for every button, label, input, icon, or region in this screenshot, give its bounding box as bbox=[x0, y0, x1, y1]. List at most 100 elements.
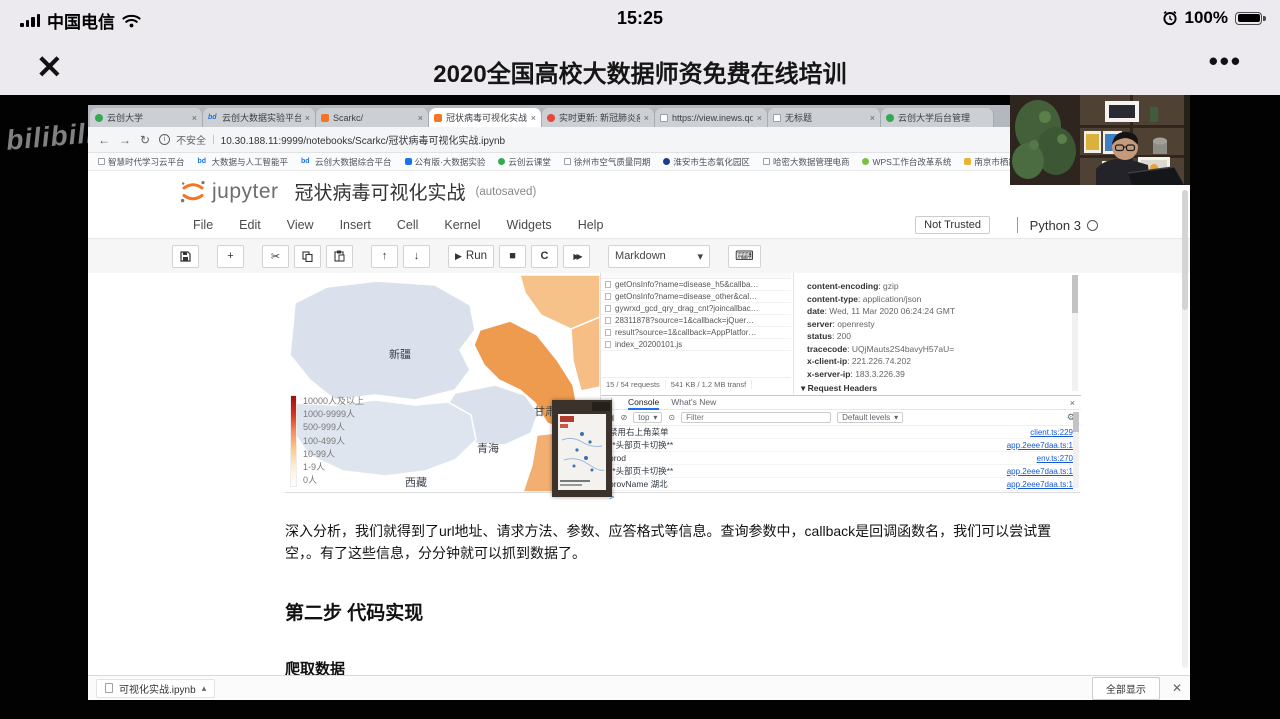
chevron-down-icon: ▾ bbox=[653, 413, 657, 423]
bookmark-item[interactable]: bd大数据与人工智能平 bbox=[198, 156, 289, 168]
source-link[interactable]: app.2eee7daa.ts:1 bbox=[1007, 467, 1073, 476]
menu-widgets[interactable]: Widgets bbox=[494, 218, 565, 232]
tab-console[interactable]: Console bbox=[628, 396, 659, 410]
close-icon[interactable]: ✕ bbox=[36, 48, 63, 86]
tab-close-icon[interactable]: × bbox=[870, 113, 875, 123]
bookmark-item[interactable]: 智慧时代学习云平台 bbox=[98, 156, 185, 168]
command-palette-button[interactable]: ⌨ bbox=[728, 245, 761, 268]
move-cell-down-button[interactable]: ↓ bbox=[403, 245, 430, 268]
not-trusted-badge[interactable]: Not Trusted bbox=[915, 216, 990, 234]
menu-insert[interactable]: Insert bbox=[327, 218, 384, 232]
headers-scrollbar[interactable] bbox=[1072, 275, 1078, 391]
tab-close-icon[interactable]: × bbox=[418, 113, 423, 123]
status-time: 15:25 bbox=[0, 8, 1280, 29]
console-filter-input[interactable] bbox=[681, 412, 831, 423]
downloaded-file-chip[interactable]: 可视化实战.ipynb ▴ bbox=[96, 679, 215, 698]
status-right: 100% bbox=[1162, 8, 1262, 28]
tab-whats-new[interactable]: What's New bbox=[671, 396, 716, 410]
chevron-up-icon[interactable]: ▴ bbox=[202, 683, 207, 694]
bookmark-item[interactable]: bd云创大数据综合平台 bbox=[301, 156, 392, 168]
eye-icon[interactable]: ⊙ bbox=[668, 413, 675, 422]
forward-icon[interactable]: → bbox=[119, 133, 131, 147]
browser-tab[interactable]: https://view.inews.qq.co× bbox=[655, 108, 768, 127]
paste-cell-button[interactable] bbox=[326, 245, 353, 268]
bookmark-item[interactable]: WPS工作台改革系统 bbox=[862, 156, 951, 168]
context-dropdown[interactable]: top▾ bbox=[633, 412, 662, 423]
menu-kernel[interactable]: Kernel bbox=[431, 218, 493, 232]
stop-kernel-button[interactable]: ■ bbox=[499, 245, 526, 268]
restart-run-all-button[interactable]: ▶▶ bbox=[563, 245, 590, 268]
bilibili-watermark: bilibili bbox=[5, 117, 96, 157]
console-scrollbar[interactable] bbox=[1073, 412, 1079, 488]
bd-icon: bd bbox=[198, 158, 209, 165]
bookmark-item[interactable]: 哈密大数据管理电商 bbox=[763, 156, 850, 168]
show-all-button[interactable]: 全部显示 bbox=[1092, 677, 1160, 700]
run-cell-button[interactable]: ▶Run bbox=[448, 245, 494, 268]
browser-window: 云创大学× bd云创大数据实验平台× Scarkc/× 冠状病毒可视化实战 - … bbox=[88, 105, 1190, 700]
clear-console-icon[interactable]: ⊘ bbox=[621, 413, 628, 422]
page-scrollbar[interactable] bbox=[1182, 190, 1188, 668]
drawer-tabs: ⋮ Console What's New × bbox=[601, 396, 1081, 410]
notebook-title[interactable]: 冠状病毒可视化实战 bbox=[295, 178, 466, 205]
jupyter-logo[interactable]: jupyter bbox=[180, 179, 279, 204]
request-headers-section[interactable]: ▾ Request Headers bbox=[801, 383, 877, 394]
browser-tab[interactable]: bd云创大数据实验平台× bbox=[203, 108, 316, 127]
menu-help[interactable]: Help bbox=[565, 218, 617, 232]
menu-view[interactable]: View bbox=[274, 218, 327, 232]
battery-icon bbox=[1235, 12, 1262, 25]
copy-cell-button[interactable] bbox=[294, 245, 321, 268]
browser-tab[interactable]: 实时更新: 新冠肺炎疫情地图× bbox=[542, 108, 655, 127]
restart-kernel-button[interactable]: C bbox=[531, 245, 558, 268]
network-request-row[interactable]: 28311878?source=1&callback=jQuer… bbox=[601, 315, 791, 327]
tab-close-icon[interactable]: × bbox=[531, 113, 536, 123]
more-menu-icon[interactable]: ••• bbox=[1209, 46, 1242, 77]
pip-minimap bbox=[552, 400, 612, 497]
network-request-row[interactable]: gywrxd_gcd_qry_drag_cnt?joincallbac… bbox=[601, 303, 791, 315]
response-headers: content-encodinggzip content-typeapplica… bbox=[807, 281, 1057, 381]
network-request-row[interactable]: index_20200101.js bbox=[601, 339, 791, 351]
source-link[interactable]: env.ts:270 bbox=[1037, 454, 1073, 463]
cell-type-dropdown[interactable]: Markdown▾ bbox=[608, 245, 710, 268]
reload-icon[interactable]: ↻ bbox=[140, 133, 150, 147]
save-button[interactable] bbox=[172, 245, 199, 268]
tab-close-icon[interactable]: × bbox=[757, 113, 762, 123]
source-link[interactable]: app.2eee7daa.ts:1 bbox=[1007, 441, 1073, 450]
save-icon bbox=[180, 251, 191, 262]
browser-tab-active[interactable]: 冠状病毒可视化实战 - Jupy× bbox=[429, 108, 542, 127]
network-request-row[interactable]: getOnsInfo?name=disease_h5&callba… bbox=[601, 279, 791, 291]
network-request-row[interactable]: result?source=1&callback=AppPlatfor… bbox=[601, 327, 791, 339]
drawer-close-icon[interactable]: × bbox=[1070, 398, 1075, 408]
tab-close-icon[interactable]: × bbox=[305, 113, 310, 123]
browser-tab[interactable]: Scarkc/× bbox=[316, 108, 429, 127]
network-request-row[interactable]: getOnsInfo?name=disease_other&cal… bbox=[601, 291, 791, 303]
markdown-paragraph: 深入分析，我们就得到了url地址、请求方法、参数、应答格式等信息。查询参数中，c… bbox=[285, 520, 1080, 564]
add-cell-button[interactable]: + bbox=[217, 245, 244, 268]
video-player[interactable]: bilibili 云创大学× bd云创大数据实验平台× Scarkc/× 冠状病… bbox=[0, 95, 1280, 719]
menu-cell[interactable]: Cell bbox=[384, 218, 432, 232]
file-icon bbox=[105, 683, 113, 693]
panel-divider bbox=[793, 273, 794, 394]
tab-close-icon[interactable]: × bbox=[644, 113, 649, 123]
site-info-icon[interactable]: i bbox=[159, 134, 170, 145]
menu-file[interactable]: File bbox=[180, 218, 226, 232]
bookmark-item[interactable]: 公有版·大数据实验 bbox=[405, 156, 486, 168]
source-link[interactable]: client.ts:229 bbox=[1030, 428, 1073, 437]
tab-close-icon[interactable]: × bbox=[192, 113, 197, 123]
bookmark-item[interactable]: 淮安市生态氧化园区 bbox=[663, 156, 750, 168]
bookmark-item[interactable]: 徐州市空气质量同期 bbox=[564, 156, 651, 168]
menu-edit[interactable]: Edit bbox=[226, 218, 274, 232]
legend-gradient-bar bbox=[290, 395, 297, 487]
cut-cell-button[interactable]: ✂ bbox=[262, 245, 289, 268]
favicon bbox=[660, 114, 668, 122]
back-icon[interactable]: ← bbox=[98, 133, 110, 147]
browser-tab[interactable]: 无标题× bbox=[768, 108, 881, 127]
jupyter-menubar: File Edit View Insert Cell Kernel Widget… bbox=[88, 212, 1190, 239]
source-link[interactable]: app.2eee7daa.ts:1 bbox=[1007, 480, 1073, 489]
move-cell-up-button[interactable]: ↑ bbox=[371, 245, 398, 268]
bookmark-item[interactable]: 云创云课堂 bbox=[498, 156, 551, 168]
presenter-video bbox=[1010, 95, 1190, 185]
browser-tab[interactable]: 云创大学× bbox=[90, 108, 203, 127]
browser-tab[interactable]: 云创大学后台管理 bbox=[881, 108, 994, 127]
log-levels-dropdown[interactable]: Default levels▾ bbox=[837, 412, 903, 423]
downloads-close-icon[interactable]: ✕ bbox=[1172, 681, 1182, 695]
